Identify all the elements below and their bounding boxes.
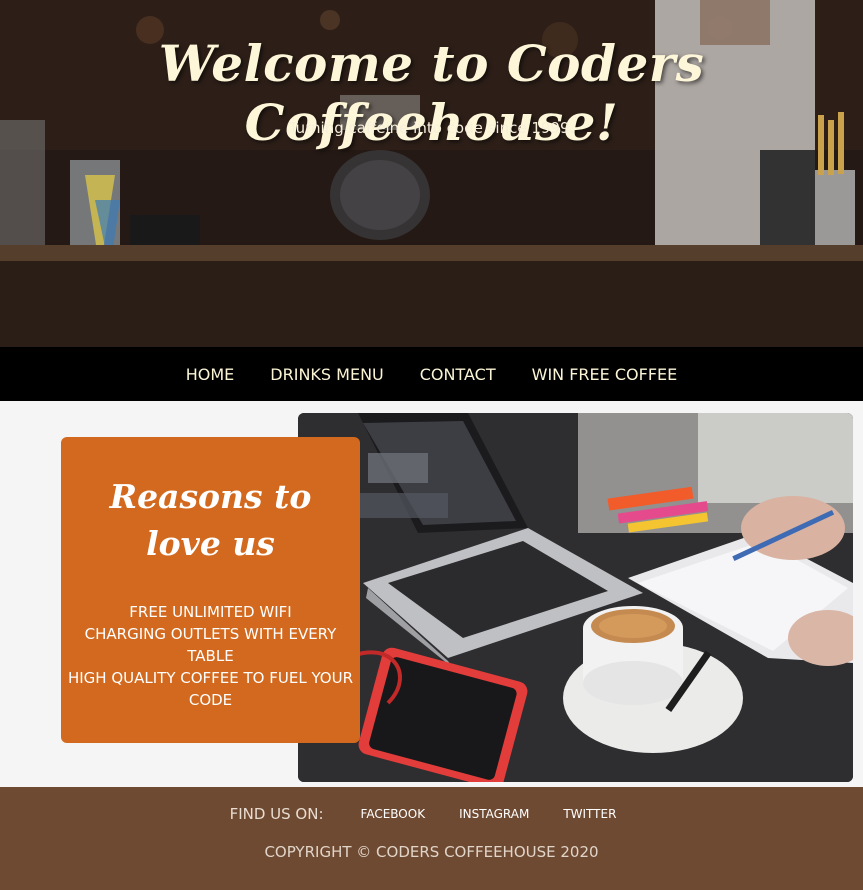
facebook-link[interactable]: FACEBOOK	[361, 807, 426, 821]
laptop-coffee-photo	[298, 413, 853, 782]
reasons-card: Reasons to love us FREE UNLIMITED WIFI C…	[61, 437, 360, 743]
footer: FIND US ON: FACEBOOK INSTAGRAM TWITTER C…	[0, 787, 863, 890]
nav-contact-link[interactable]: CONTACT	[402, 365, 514, 384]
nav-drinks-menu-link[interactable]: DRINKS MENU	[252, 365, 401, 384]
nav-home-link[interactable]: HOME	[168, 365, 253, 384]
nav-win-free-coffee-link[interactable]: WIN FREE COFFEE	[514, 365, 696, 384]
reasons-title: Reasons to love us	[109, 477, 312, 563]
hero-subtitle: Turning caffeine into code since 1999.	[288, 119, 575, 137]
laptop-coffee-image	[298, 413, 853, 782]
hero-banner: Welcome to Coders Coffeehouse! Turning c…	[0, 0, 863, 347]
find-us-label: FIND US ON:	[229, 805, 324, 823]
instagram-link[interactable]: INSTAGRAM	[459, 807, 529, 821]
reasons-list: FREE UNLIMITED WIFI CHARGING OUTLETS WIT…	[61, 601, 360, 711]
reason-item: FREE UNLIMITED WIFI	[129, 603, 292, 621]
main-nav: HOME DRINKS MENU CONTACT WIN FREE COFFEE	[0, 347, 863, 401]
twitter-link[interactable]: TWITTER	[563, 807, 616, 821]
reason-item: CHARGING OUTLETS WITH EVERY TABLE	[84, 625, 337, 665]
main-content: Reasons to love us FREE UNLIMITED WIFI C…	[0, 401, 863, 787]
reason-item: HIGH QUALITY COFFEE TO FUEL YOUR CODE	[67, 669, 354, 709]
social-links: FIND US ON: FACEBOOK INSTAGRAM TWITTER	[0, 805, 863, 823]
copyright-text: COPYRIGHT © CODERS COFFEEHOUSE 2020	[264, 843, 599, 861]
